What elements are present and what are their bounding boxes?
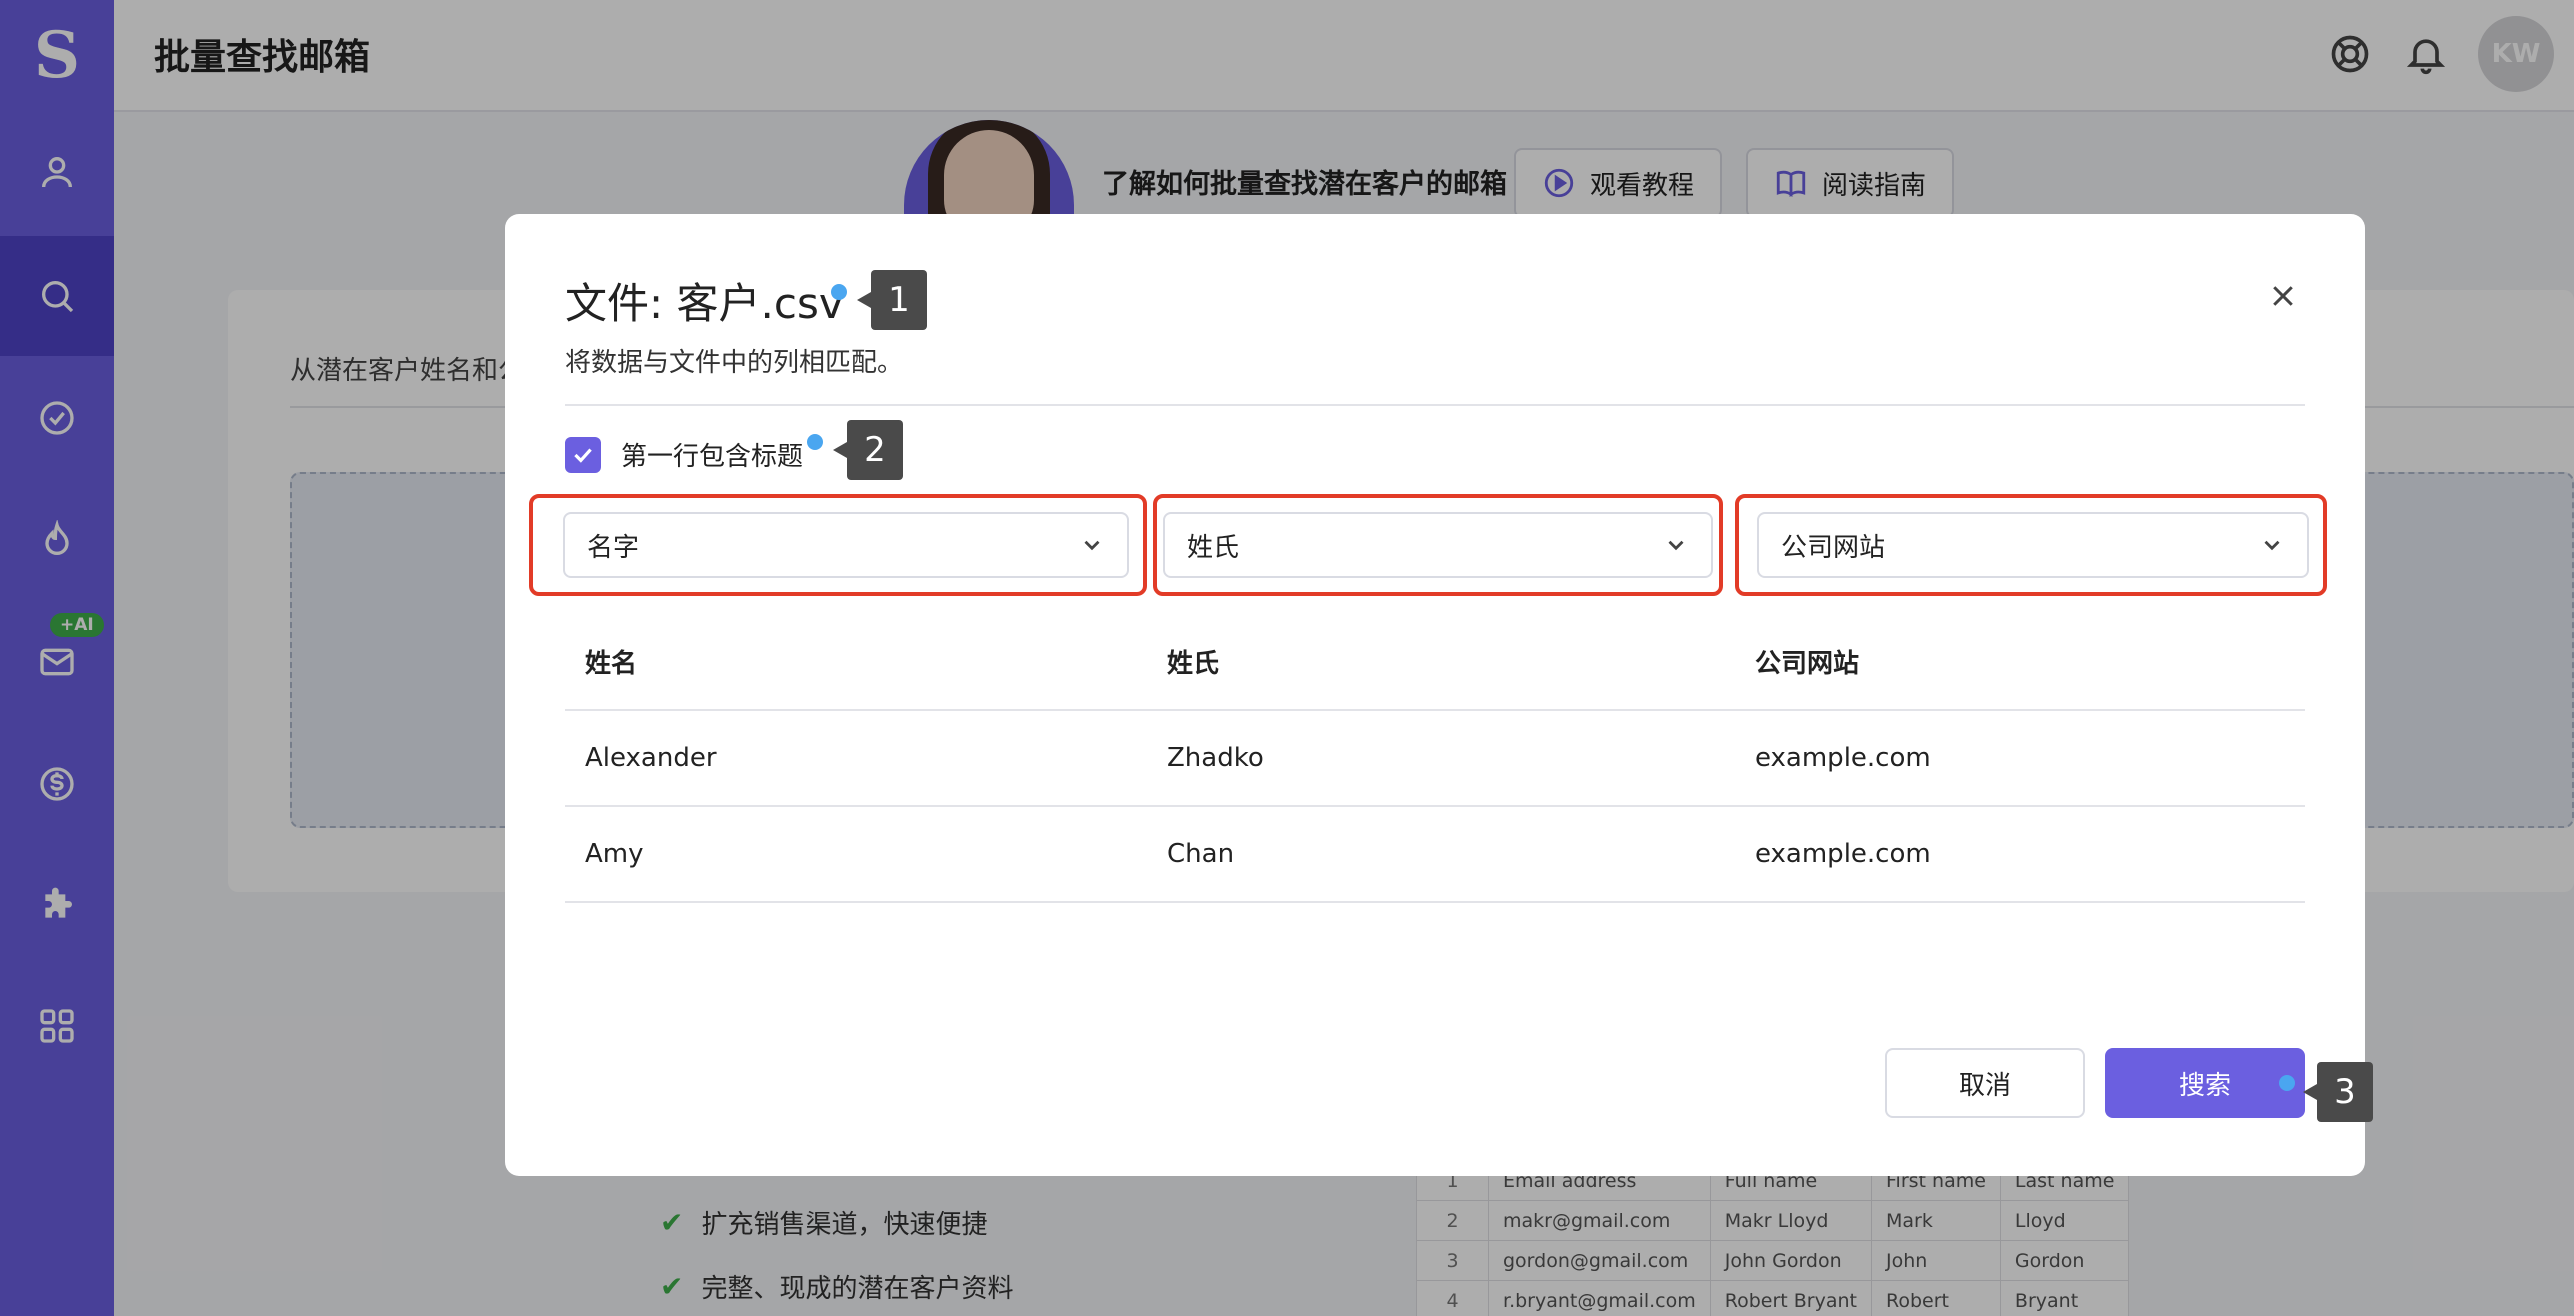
close-icon <box>2273 286 2293 306</box>
first-row-header-option[interactable]: 第一行包含标题 <box>565 436 803 473</box>
dialog-title: 文件: 客户.csv <box>565 279 844 328</box>
chevron-down-icon <box>1668 540 1684 551</box>
column-header: 公司网站 <box>1735 614 2305 711</box>
dialog-subtitle: 将数据与文件中的列相匹配。 <box>565 348 904 378</box>
step-dot <box>831 284 847 300</box>
highlight-box: 名字 <box>529 494 1147 596</box>
table-row: Amy Chan example.com <box>565 806 2305 903</box>
step-marker-1: 1 <box>857 270 927 330</box>
divider <box>565 404 2305 406</box>
column-header: 姓氏 <box>1147 614 1735 711</box>
preview-table: 姓名 姓氏 公司网站 Alexander Zhadko example.com … <box>565 614 2305 903</box>
chevron-down-icon <box>1084 540 1100 551</box>
last-name-select[interactable]: 姓氏 <box>1163 512 1713 578</box>
column-mapping-dialog: 文件: 客户.csv 1 将数据与文件中的列相匹配。 第一行包含标题 2 名字 … <box>505 214 2373 1176</box>
highlight-box: 姓氏 <box>1153 494 1723 596</box>
first-name-select[interactable]: 名字 <box>563 512 1129 578</box>
step-marker-2: 2 <box>833 420 903 480</box>
cancel-button[interactable]: 取消 <box>1885 1048 2085 1118</box>
step-dot <box>807 434 823 450</box>
close-button[interactable] <box>2261 274 2305 318</box>
highlight-box: 公司网站 <box>1735 494 2327 596</box>
step-marker-3: 3 <box>2303 1062 2373 1122</box>
column-header: 姓名 <box>565 614 1147 711</box>
company-website-select[interactable]: 公司网站 <box>1757 512 2309 578</box>
table-row: Alexander Zhadko example.com <box>565 710 2305 807</box>
step-dot <box>2279 1075 2295 1091</box>
first-row-header-checkbox[interactable] <box>565 436 601 473</box>
table-header-row: 姓名 姓氏 公司网站 <box>565 614 2305 711</box>
checkmark-icon <box>574 447 592 463</box>
first-row-header-label: 第一行包含标题 <box>621 442 804 472</box>
chevron-down-icon <box>2264 540 2280 551</box>
search-button[interactable]: 搜索 <box>2105 1048 2305 1118</box>
